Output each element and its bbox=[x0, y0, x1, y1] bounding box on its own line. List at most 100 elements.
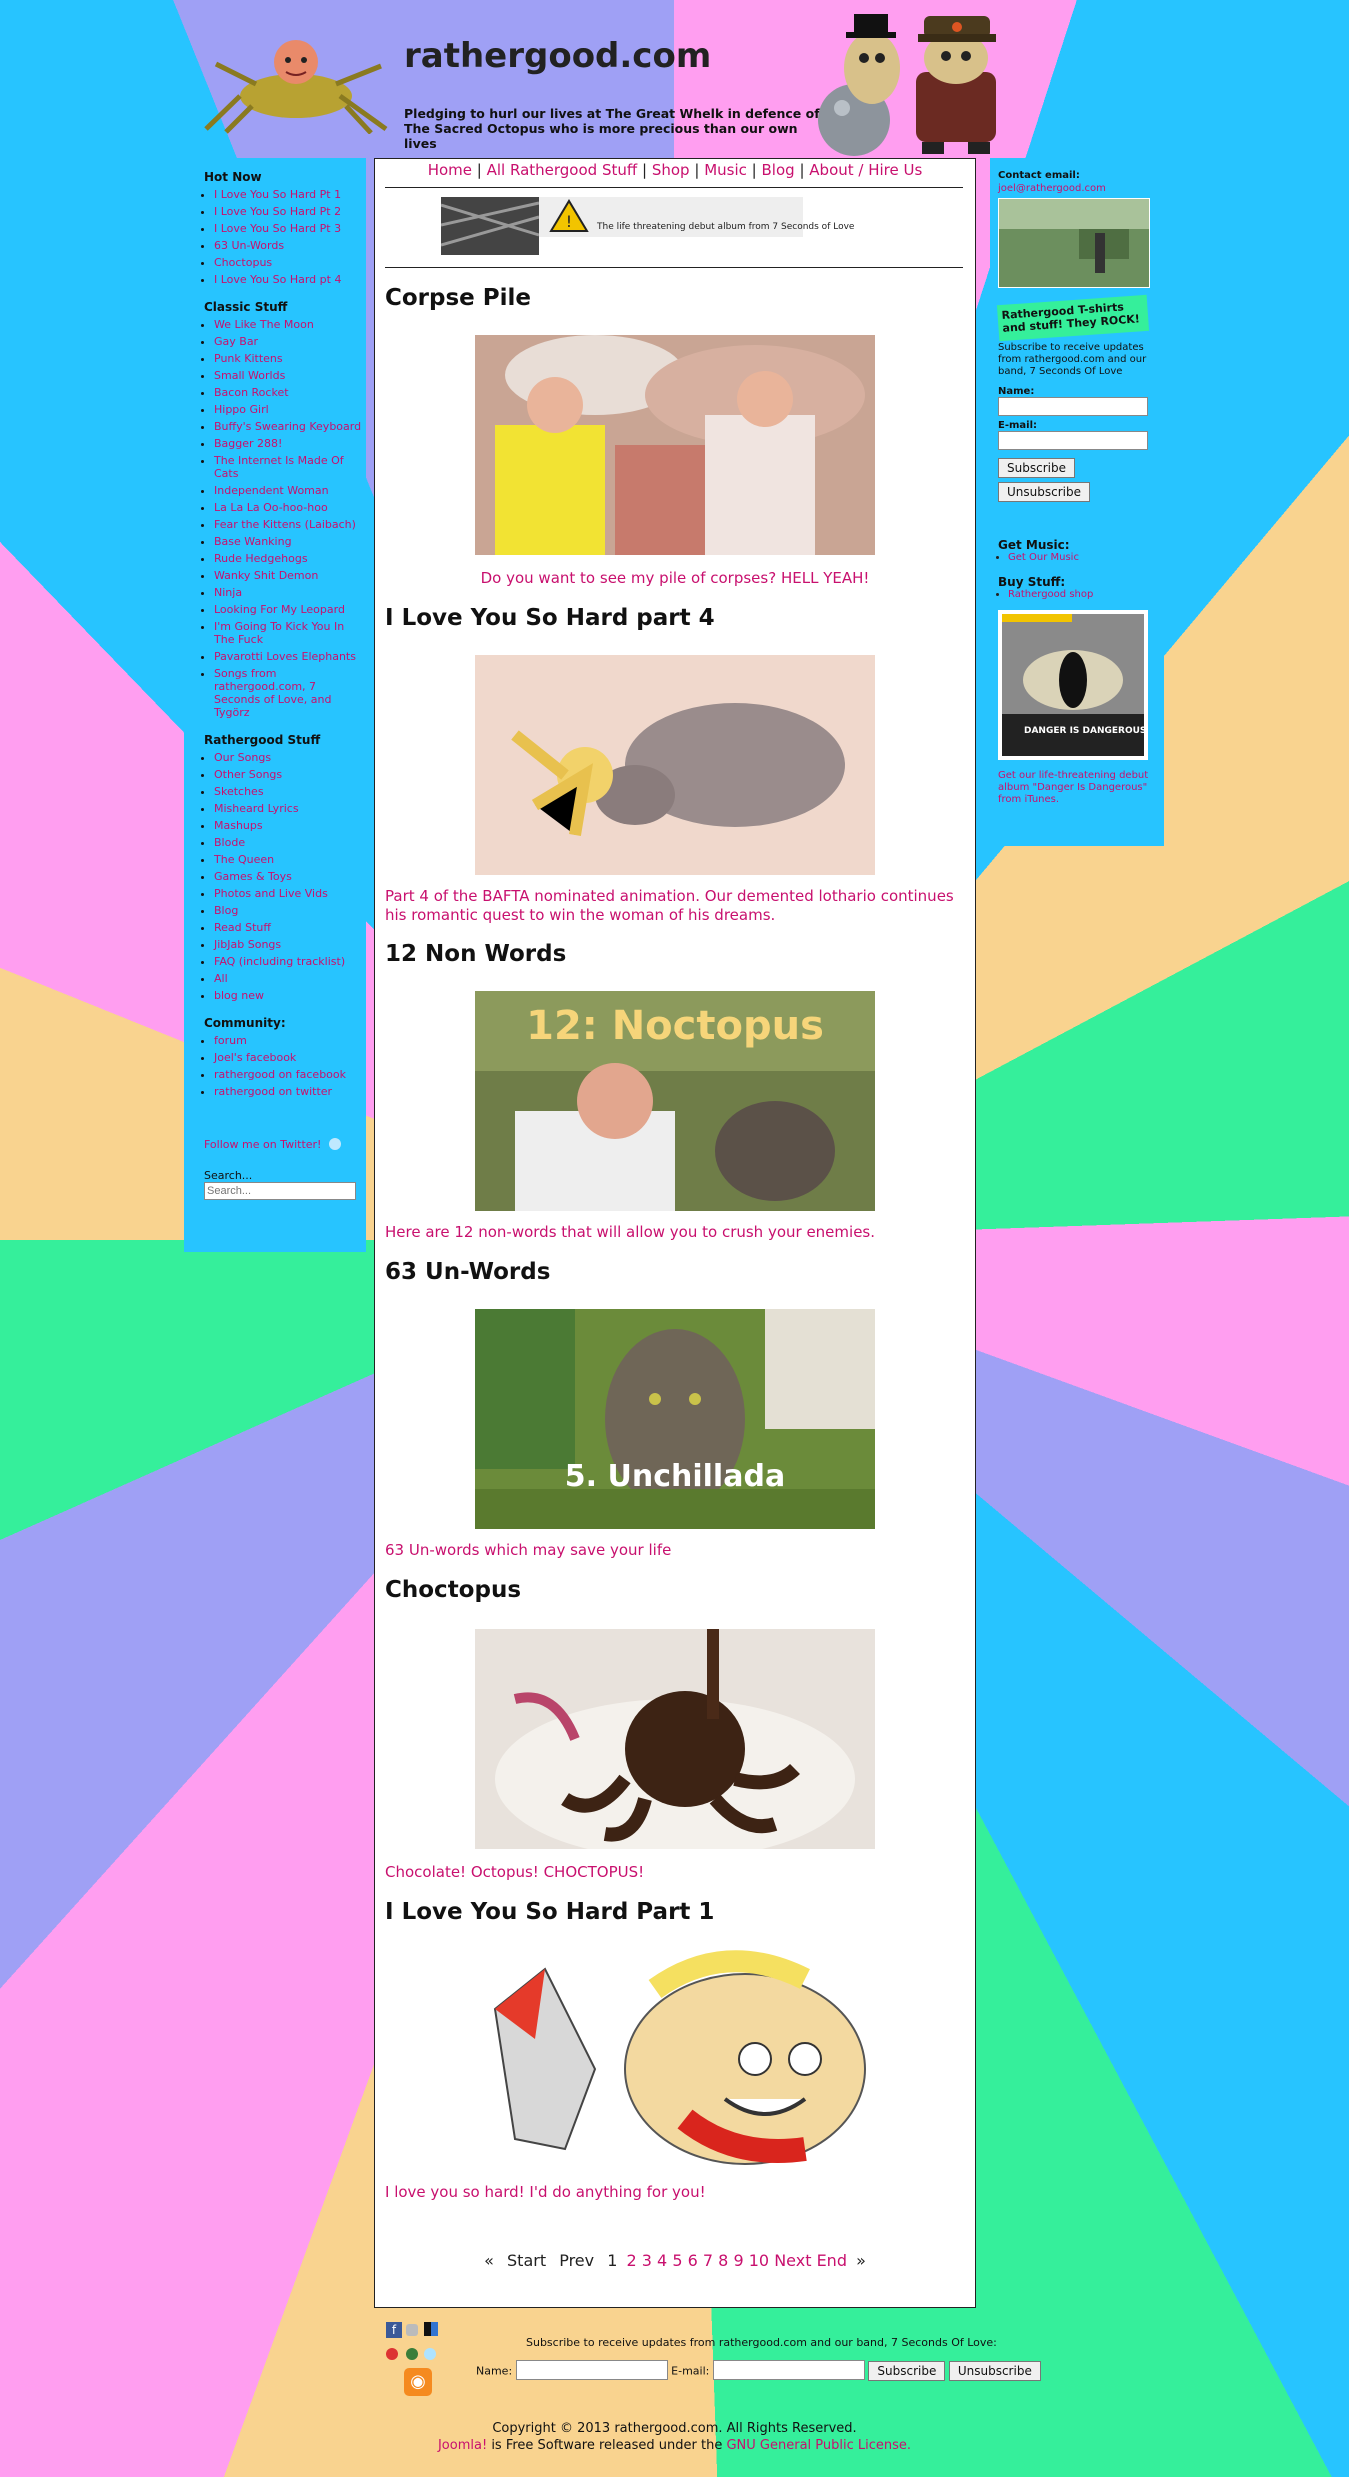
list-item[interactable]: Pavarotti Loves Elephants bbox=[214, 650, 364, 663]
gpl-link[interactable]: GNU General Public License. bbox=[726, 2438, 911, 2453]
list-item[interactable]: I Love You So Hard pt 4 bbox=[214, 273, 364, 286]
list-item[interactable]: I Love You So Hard Pt 3 bbox=[214, 222, 364, 235]
sidebar-link[interactable]: Other Songs bbox=[214, 768, 282, 781]
twitter-bird-icon[interactable] bbox=[328, 1138, 341, 1150]
sidebar-link[interactable]: rathergood on twitter bbox=[214, 1085, 332, 1098]
sidebar-link[interactable]: Blode bbox=[214, 836, 245, 849]
list-item[interactable]: rathergood on twitter bbox=[214, 1085, 364, 1098]
pager-page-link[interactable]: 5 bbox=[672, 2251, 682, 2270]
list-item[interactable]: Get Our Music bbox=[1008, 552, 1158, 563]
pager-page-link[interactable]: 7 bbox=[703, 2251, 713, 2270]
nav-shop[interactable]: Shop bbox=[652, 161, 690, 179]
list-item[interactable]: Rude Hedgehogs bbox=[214, 552, 364, 565]
footer-name-field[interactable] bbox=[515, 2360, 668, 2380]
list-item[interactable]: I Love You So Hard Pt 1 bbox=[214, 188, 364, 201]
sidebar-link[interactable]: I Love You So Hard Pt 3 bbox=[214, 222, 341, 235]
list-item[interactable]: The Queen bbox=[214, 853, 364, 866]
album-banner[interactable]: ! The life threatening debut album from … bbox=[440, 195, 901, 257]
footer-email-field[interactable] bbox=[712, 2360, 865, 2380]
get-music-link[interactable]: Get Our Music bbox=[1008, 552, 1079, 563]
list-item[interactable]: Games & Toys bbox=[214, 870, 364, 883]
list-item[interactable]: blog new bbox=[214, 989, 364, 1002]
subscribe-button[interactable]: Subscribe bbox=[998, 458, 1075, 478]
sidebar-link[interactable]: Ninja bbox=[214, 586, 242, 599]
sidebar-link[interactable]: We Like The Moon bbox=[214, 318, 314, 331]
list-item[interactable]: Fear the Kittens (Laibach) bbox=[214, 518, 364, 531]
sidebar-link[interactable]: Songs from rathergood.com, 7 Seconds of … bbox=[214, 667, 331, 719]
nav-blog[interactable]: Blog bbox=[762, 161, 795, 179]
unsubscribe-button[interactable]: Unsubscribe bbox=[998, 482, 1090, 502]
list-item[interactable]: Hippo Girl bbox=[214, 403, 364, 416]
digg-icon[interactable] bbox=[386, 2348, 398, 2360]
nav-all-stuff[interactable]: All Rathergood Stuff bbox=[487, 161, 638, 179]
list-item[interactable]: Base Wanking bbox=[214, 535, 364, 548]
album-description[interactable]: Get our life-threatening debut album "Da… bbox=[998, 770, 1158, 806]
sidebar-link[interactable]: Photos and Live Vids bbox=[214, 887, 328, 900]
list-item[interactable]: Ninja bbox=[214, 586, 364, 599]
search-input[interactable] bbox=[204, 1182, 356, 1200]
contact-email-link[interactable]: joel@rathergood.com bbox=[998, 183, 1106, 194]
pager-end[interactable]: End bbox=[817, 2251, 847, 2270]
article-title[interactable]: Corpse Pile bbox=[385, 285, 531, 311]
album-cover[interactable]: DANGER IS DANGEROUS bbox=[998, 610, 1148, 760]
list-item[interactable]: Rathergood shop bbox=[1008, 589, 1158, 600]
sidebar-link[interactable]: Bagger 288! bbox=[214, 437, 282, 450]
twitter-follow-link[interactable]: Follow me on Twitter! bbox=[204, 1138, 321, 1151]
list-item[interactable]: JibJab Songs bbox=[214, 938, 364, 951]
sidebar-link[interactable]: I Love You So Hard Pt 1 bbox=[214, 188, 341, 201]
sidebar-link[interactable]: Mashups bbox=[214, 819, 263, 832]
list-item[interactable]: I'm Going To Kick You In The Fuck bbox=[214, 620, 364, 646]
sidebar-link[interactable]: forum bbox=[214, 1034, 247, 1047]
list-item[interactable]: Songs from rathergood.com, 7 Seconds of … bbox=[214, 667, 364, 719]
list-item[interactable]: Looking For My Leopard bbox=[214, 603, 364, 616]
list-item[interactable]: Mashups bbox=[214, 819, 364, 832]
sidebar-link[interactable]: Rude Hedgehogs bbox=[214, 552, 308, 565]
shop-link[interactable]: Rathergood shop bbox=[1008, 589, 1093, 600]
sidebar-link[interactable]: The Internet Is Made Of Cats bbox=[214, 454, 344, 480]
article-image[interactable]: 12: Noctopus bbox=[475, 991, 875, 1211]
sidebar-link[interactable]: Base Wanking bbox=[214, 535, 292, 548]
sidebar-link[interactable]: The Queen bbox=[214, 853, 274, 866]
footer-subscribe-button[interactable]: Subscribe bbox=[868, 2360, 946, 2381]
list-item[interactable]: Photos and Live Vids bbox=[214, 887, 364, 900]
joomla-link[interactable]: Joomla! bbox=[438, 2438, 487, 2453]
share-icon[interactable] bbox=[406, 2324, 418, 2336]
list-item[interactable]: Gay Bar bbox=[214, 335, 364, 348]
nav-about[interactable]: About / Hire Us bbox=[809, 161, 922, 179]
sidebar-link[interactable]: La La La Oo-hoo-hoo bbox=[214, 501, 328, 514]
name-field[interactable] bbox=[998, 397, 1148, 416]
sidebar-link[interactable]: Looking For My Leopard bbox=[214, 603, 345, 616]
sidebar-link[interactable]: I'm Going To Kick You In The Fuck bbox=[214, 620, 344, 646]
list-item[interactable]: Misheard Lyrics bbox=[214, 802, 364, 815]
nav-home[interactable]: Home bbox=[428, 161, 472, 179]
sidebar-link[interactable]: Pavarotti Loves Elephants bbox=[214, 650, 356, 663]
list-item[interactable]: I Love You So Hard Pt 2 bbox=[214, 205, 364, 218]
list-item[interactable]: Small Worlds bbox=[214, 369, 364, 382]
sidebar-link[interactable]: rathergood on facebook bbox=[214, 1068, 346, 1081]
sidebar-link[interactable]: blog new bbox=[214, 989, 264, 1002]
sidebar-link[interactable]: 63 Un-Words bbox=[214, 239, 284, 252]
list-item[interactable]: Choctopus bbox=[214, 256, 364, 269]
list-item[interactable]: Sketches bbox=[214, 785, 364, 798]
twitter-follow[interactable]: Follow me on Twitter! bbox=[204, 1138, 364, 1151]
pager-page-link[interactable]: 10 bbox=[749, 2251, 769, 2270]
list-item[interactable]: Bacon Rocket bbox=[214, 386, 364, 399]
tshirt-promo-banner[interactable]: Rathergood T-shirts and stuff! They ROCK… bbox=[996, 294, 1150, 342]
pager-page-link[interactable]: 8 bbox=[718, 2251, 728, 2270]
article-title[interactable]: 12 Non Words bbox=[385, 941, 566, 967]
pager-page-link[interactable]: 2 bbox=[626, 2251, 636, 2270]
article-title[interactable]: 63 Un-Words bbox=[385, 1259, 550, 1285]
stumbleupon-icon[interactable] bbox=[406, 2348, 418, 2360]
facebook-icon[interactable]: f bbox=[386, 2322, 402, 2338]
list-item[interactable]: rathergood on facebook bbox=[214, 1068, 364, 1081]
article-image[interactable] bbox=[475, 1949, 875, 2169]
email-field[interactable] bbox=[998, 431, 1148, 450]
list-item[interactable]: Read Stuff bbox=[214, 921, 364, 934]
nav-music[interactable]: Music bbox=[704, 161, 747, 179]
sidebar-link[interactable]: Gay Bar bbox=[214, 335, 258, 348]
list-item[interactable]: Buffy's Swearing Keyboard bbox=[214, 420, 364, 433]
twitter-icon[interactable] bbox=[424, 2348, 436, 2360]
sidebar-link[interactable]: Blog bbox=[214, 904, 238, 917]
article-title[interactable]: I Love You So Hard part 4 bbox=[385, 605, 715, 631]
pager-page-link[interactable]: 9 bbox=[733, 2251, 743, 2270]
